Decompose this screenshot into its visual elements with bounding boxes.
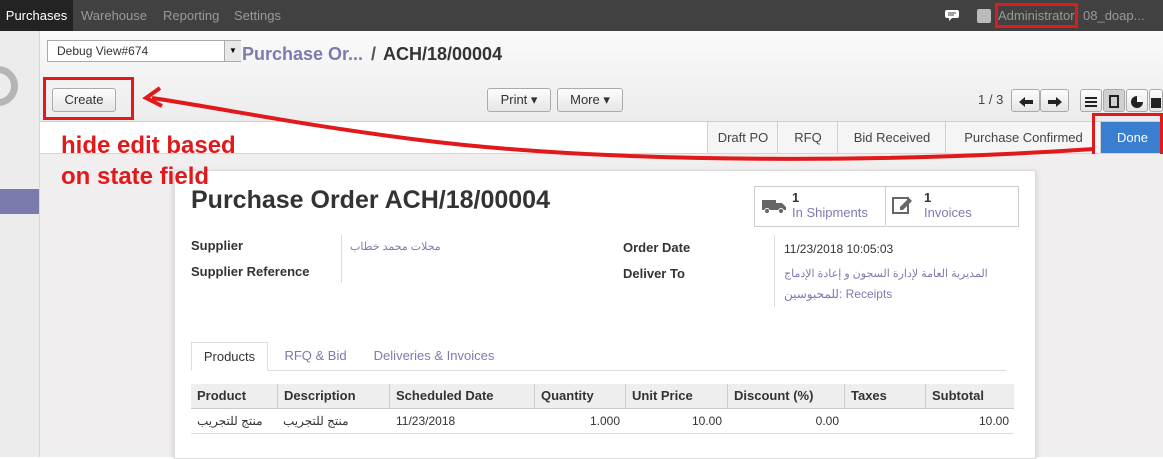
pie-chart-icon (1131, 95, 1143, 108)
tab-rfq-bid[interactable]: RFQ & Bid (274, 342, 357, 371)
breadcrumb-current: ACH/18/00004 (383, 44, 503, 64)
stage-purchase-confirmed[interactable]: Purchase Confirmed (945, 122, 1101, 153)
breadcrumb-parent[interactable]: Purchase Or... (242, 44, 363, 65)
chat-icon[interactable] (945, 8, 961, 22)
column-unit-price[interactable]: Unit Price (625, 384, 727, 408)
list-view-button[interactable] (1080, 89, 1102, 112)
column-taxes[interactable]: Taxes (844, 384, 925, 408)
column-description[interactable]: Description (277, 384, 389, 408)
order-date-label: Order Date (623, 240, 691, 255)
annotation-text-line2: on state field (61, 163, 210, 190)
column-discount[interactable]: Discount (%) (727, 384, 844, 408)
list-icon (1085, 96, 1097, 107)
pager-next-button[interactable] (1040, 89, 1069, 112)
chevron-down-icon[interactable]: ▼ (224, 41, 241, 61)
supplier-value[interactable]: محلات محمد خطاب (350, 240, 441, 253)
more-button[interactable]: More ▾ (557, 88, 623, 112)
cell-product[interactable]: منتج للتجريب (197, 409, 277, 433)
print-button[interactable]: Print ▾ (487, 88, 551, 112)
column-subtotal[interactable]: Subtotal (925, 384, 1014, 408)
stage-draft-po[interactable]: Draft PO (707, 122, 778, 153)
table-row-divider (191, 433, 1014, 434)
sidebar-item-active[interactable] (0, 189, 39, 214)
avatar[interactable] (977, 9, 991, 23)
db-label: 08_doap... (1083, 8, 1145, 23)
annotation-highlight-user (995, 3, 1078, 28)
nav-reporting[interactable]: Reporting (163, 0, 219, 31)
cell-description[interactable]: منتج للتجريب (283, 409, 389, 433)
nav-purchases[interactable]: Purchases (0, 0, 73, 31)
tab-products[interactable]: Products (191, 342, 268, 371)
breadcrumb-separator: / (371, 44, 377, 64)
form-view-button[interactable] (1103, 89, 1125, 112)
deliver-to-value-line2[interactable]: للمحبوسين: Receipts (784, 287, 892, 301)
invoices-smart-button[interactable]: 1 Invoices (886, 186, 1017, 225)
shipments-count: 1 (792, 190, 800, 205)
divider (774, 235, 775, 307)
pager-previous-button[interactable] (1011, 89, 1040, 112)
invoices-count: 1 (924, 190, 932, 205)
cell-unit-price[interactable]: 10.00 (625, 409, 722, 433)
supplier-label: Supplier (191, 238, 244, 253)
calendar-view-button[interactable] (1149, 89, 1163, 112)
pager-value: 1 / 3 (978, 92, 1004, 107)
stage-bid-received[interactable]: Bid Received (837, 122, 946, 153)
annotation-text-line1: hide edit based (61, 132, 236, 159)
arrow-right-icon (1047, 96, 1062, 107)
deliver-to-label: Deliver To (623, 266, 685, 281)
nav-settings[interactable]: Settings (234, 0, 281, 31)
page-title: Purchase Order ACH/18/00004 (191, 186, 550, 214)
divider (341, 235, 342, 283)
column-product[interactable]: Product (191, 384, 277, 408)
deliver-to-value-line1[interactable]: المديرية العامة لإدارة السجون و إعادة ال… (784, 267, 988, 280)
form-icon (1109, 95, 1119, 109)
graph-view-button[interactable] (1126, 89, 1148, 112)
cell-scheduled-date[interactable]: 11/23/2018 (396, 409, 534, 433)
stage-rfq[interactable]: RFQ (777, 122, 838, 153)
edit-invoice-icon (892, 197, 912, 214)
cell-discount[interactable]: 0.00 (727, 409, 839, 433)
column-quantity[interactable]: Quantity (534, 384, 625, 408)
order-date-value: 11/23/2018 10:05:03 (784, 242, 894, 256)
shipments-label: In Shipments (792, 205, 868, 220)
cell-subtotal[interactable]: 10.00 (925, 409, 1009, 433)
debug-view-select[interactable]: Debug View#674 (47, 40, 241, 62)
annotation-highlight-done (1092, 113, 1163, 159)
column-scheduled-date[interactable]: Scheduled Date (389, 384, 534, 408)
cell-taxes[interactable] (850, 409, 925, 433)
annotation-highlight-create (43, 77, 134, 120)
arrow-left-icon (1018, 96, 1033, 107)
tab-deliveries-invoices[interactable]: Deliveries & Invoices (363, 342, 505, 371)
shipments-smart-button[interactable]: 1 In Shipments (754, 186, 886, 225)
nav-warehouse[interactable]: Warehouse (81, 0, 147, 31)
invoices-label: Invoices (924, 205, 972, 220)
cell-quantity[interactable]: 1.000 (534, 409, 620, 433)
supplier-reference-label: Supplier Reference (191, 264, 310, 279)
calendar-icon (1151, 97, 1161, 108)
truck-icon (762, 200, 786, 214)
